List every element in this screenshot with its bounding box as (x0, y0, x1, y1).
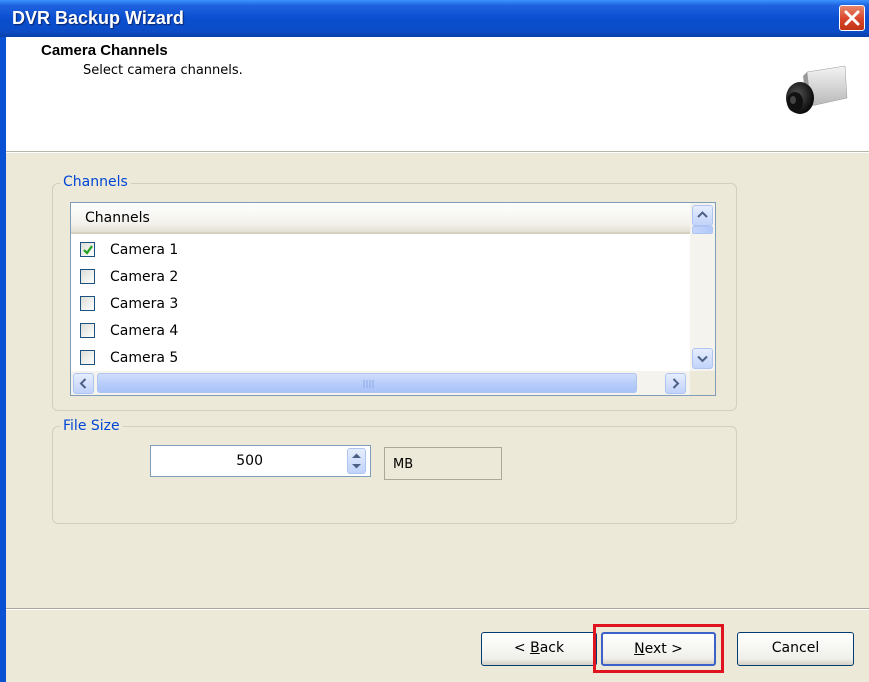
file-size-group-label: File Size (60, 418, 123, 434)
footer-divider (6, 608, 869, 610)
list-item-label: Camera 5 (110, 350, 179, 366)
chevron-right-icon (672, 378, 680, 389)
scrollbar-corner (690, 371, 715, 395)
list-item[interactable]: Camera 4 (71, 319, 690, 346)
window-title: DVR Backup Wizard (12, 8, 184, 28)
checkbox-camera-1[interactable] (80, 242, 95, 257)
page-title: Camera Channels (41, 42, 168, 59)
vertical-scrollbar[interactable] (690, 203, 715, 371)
list-item[interactable]: Camera 2 (71, 265, 690, 292)
list-item[interactable]: Camera 3 (71, 292, 690, 319)
list-item[interactable]: Camera 1 (71, 238, 690, 265)
scroll-up-button[interactable] (692, 205, 713, 226)
wizard-window: DVR Backup Wizard Camera Channels Select… (0, 0, 869, 682)
list-item-label: Camera 2 (110, 269, 179, 285)
horizontal-scroll-thumb[interactable] (97, 373, 637, 393)
back-prefix: < (513, 640, 531, 656)
channels-list[interactable]: Channels Camera 1 Camera 2 Camera 3 Came… (70, 202, 716, 396)
page-subtitle: Select camera channels. (83, 63, 243, 78)
spin-buttons[interactable] (347, 448, 366, 474)
camera-icon (786, 65, 848, 114)
scroll-left-button[interactable] (73, 373, 94, 394)
chevron-up-icon (697, 211, 708, 218)
checkbox-camera-3[interactable] (80, 296, 95, 311)
close-icon (844, 10, 860, 26)
next-button-highlight (593, 624, 724, 673)
checkbox-camera-4[interactable] (80, 323, 95, 338)
grip-icon (363, 380, 374, 388)
checkmark-icon (83, 245, 93, 255)
cancel-button[interactable]: Cancel (737, 632, 854, 666)
spin-up-down-icon (352, 453, 361, 469)
unit-label: MB (393, 457, 414, 472)
list-item-label: Camera 4 (110, 323, 179, 339)
chevron-left-icon (79, 378, 87, 389)
channels-group-label: Channels (60, 174, 131, 190)
vertical-scroll-thumb[interactable] (692, 226, 713, 234)
list-item[interactable]: Camera 5 (71, 346, 690, 373)
file-size-spinner[interactable]: 500 (150, 445, 371, 477)
cancel-label: Cancel (771, 640, 820, 656)
column-header-label: Channels (85, 210, 150, 226)
list-item-label: Camera 1 (110, 242, 179, 258)
chevron-down-icon (697, 355, 708, 363)
checkbox-camera-5[interactable] (80, 350, 95, 365)
horizontal-scrollbar[interactable] (71, 371, 690, 395)
scroll-right-button[interactable] (665, 373, 686, 394)
list-column-header[interactable]: Channels (71, 203, 690, 234)
close-button[interactable] (839, 5, 865, 31)
back-access-key: B (530, 640, 540, 656)
list-item-label: Camera 3 (110, 296, 179, 312)
scroll-down-button[interactable] (692, 348, 713, 369)
header-divider (6, 151, 869, 153)
file-size-value[interactable]: 500 (151, 453, 263, 469)
checkbox-camera-2[interactable] (80, 269, 95, 284)
back-label-rest: ack (539, 640, 565, 656)
title-bar[interactable]: DVR Backup Wizard (0, 0, 869, 37)
file-size-unit: MB (384, 447, 502, 480)
back-button[interactable]: < Back (481, 632, 597, 666)
